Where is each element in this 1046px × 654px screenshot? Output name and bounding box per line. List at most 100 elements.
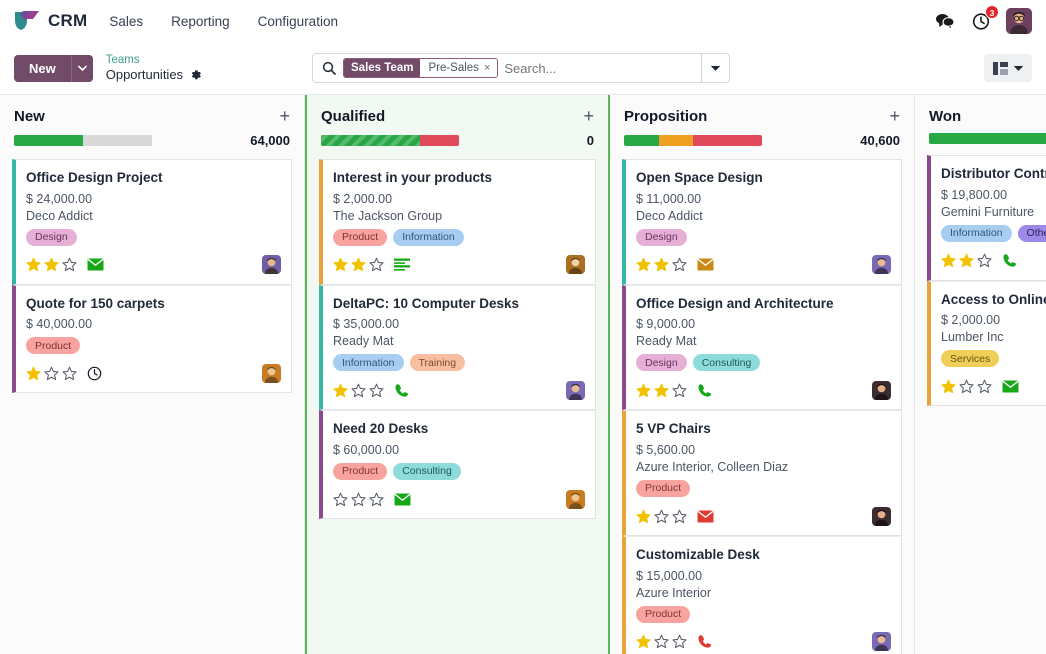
progress-segment-red[interactable] <box>693 135 762 146</box>
breadcrumb-teams[interactable]: Teams <box>106 53 202 67</box>
card-priority-stars[interactable] <box>636 509 714 524</box>
email-icon[interactable] <box>697 258 714 271</box>
star-empty-icon[interactable] <box>977 379 992 394</box>
card-priority-stars[interactable] <box>636 383 712 398</box>
star-filled-icon[interactable] <box>636 634 651 649</box>
card-assignee-avatar[interactable] <box>566 255 585 274</box>
star-filled-icon[interactable] <box>333 383 348 398</box>
star-empty-icon[interactable] <box>672 509 687 524</box>
email-icon[interactable] <box>87 258 104 271</box>
card-tag[interactable]: Design <box>636 229 687 246</box>
card-tag[interactable]: Design <box>636 354 687 371</box>
card-tag[interactable]: Consulting <box>693 354 761 371</box>
progress-segment-green[interactable] <box>929 133 1046 144</box>
card-assignee-avatar[interactable] <box>872 381 891 400</box>
card-assignee-avatar[interactable] <box>262 364 281 383</box>
star-empty-icon[interactable] <box>333 492 348 507</box>
card-assignee-avatar[interactable] <box>566 490 585 509</box>
phone-icon[interactable] <box>697 383 712 398</box>
star-filled-icon[interactable] <box>44 257 59 272</box>
star-empty-icon[interactable] <box>62 257 77 272</box>
star-empty-icon[interactable] <box>369 383 384 398</box>
email-icon[interactable] <box>1002 380 1019 393</box>
brand[interactable]: CRM <box>14 10 87 32</box>
kanban-card[interactable]: Open Space Design $ 11,000.00 Deco Addic… <box>622 159 902 285</box>
kanban-card[interactable]: 5 VP Chairs $ 5,600.00 Azure Interior, C… <box>622 410 902 536</box>
clock-icon[interactable] <box>87 366 102 381</box>
card-priority-stars[interactable] <box>333 257 410 272</box>
email-icon[interactable] <box>697 510 714 523</box>
star-filled-icon[interactable] <box>636 257 651 272</box>
star-filled-icon[interactable] <box>636 509 651 524</box>
star-empty-icon[interactable] <box>351 492 366 507</box>
star-empty-icon[interactable] <box>672 257 687 272</box>
card-tag[interactable]: Other <box>1018 225 1046 242</box>
star-filled-icon[interactable] <box>654 383 669 398</box>
close-icon[interactable]: × <box>484 62 493 74</box>
star-filled-icon[interactable] <box>654 257 669 272</box>
card-tag[interactable]: Information <box>333 354 404 371</box>
card-assignee-avatar[interactable] <box>872 507 891 526</box>
kanban-card[interactable]: Office Design and Architecture $ 9,000.0… <box>622 285 902 411</box>
nav-link-sales[interactable]: Sales <box>109 14 143 29</box>
column-progress-bar[interactable] <box>14 135 152 146</box>
search-input[interactable] <box>504 61 701 76</box>
kanban-card[interactable]: Customizable Desk $ 15,000.00 Azure Inte… <box>622 536 902 654</box>
kanban-column-new[interactable]: New + 64,000 Office Design Project $ 24,… <box>0 95 305 654</box>
add-card-button[interactable]: + <box>889 107 900 125</box>
column-progress-bar[interactable] <box>321 135 459 146</box>
kanban-column-proposition[interactable]: Proposition + 40,600 Open Space Design $… <box>610 95 915 654</box>
star-empty-icon[interactable] <box>369 257 384 272</box>
card-priority-stars[interactable] <box>941 379 1019 394</box>
star-filled-icon[interactable] <box>941 379 956 394</box>
star-filled-icon[interactable] <box>26 366 41 381</box>
kanban-card[interactable]: DeltaPC: 10 Computer Desks $ 35,000.00 R… <box>319 285 596 411</box>
column-progress-bar[interactable] <box>929 133 1046 144</box>
card-tag[interactable]: Consulting <box>393 463 461 480</box>
card-tag[interactable]: Product <box>636 606 690 623</box>
card-tag[interactable]: Product <box>333 229 387 246</box>
progress-segment-orange[interactable] <box>659 135 694 146</box>
nav-link-configuration[interactable]: Configuration <box>258 14 338 29</box>
card-assignee-avatar[interactable] <box>872 632 891 651</box>
card-priority-stars[interactable] <box>26 366 102 381</box>
kanban-card[interactable]: Access to Online Catalog $ 2,000.00 Lumb… <box>927 281 1046 407</box>
star-empty-icon[interactable] <box>351 383 366 398</box>
card-assignee-avatar[interactable] <box>566 381 585 400</box>
phone-icon[interactable] <box>394 383 409 398</box>
phone-icon[interactable] <box>1002 253 1017 268</box>
avatar[interactable] <box>1006 8 1032 34</box>
search-facet-sales-team[interactable]: Sales Team Pre-Sales × <box>343 58 498 78</box>
star-empty-icon[interactable] <box>654 509 669 524</box>
progress-segment-green[interactable] <box>14 135 83 146</box>
card-assignee-avatar[interactable] <box>262 255 281 274</box>
kanban-card[interactable]: Office Design Project $ 24,000.00 Deco A… <box>12 159 292 285</box>
column-progress-bar[interactable] <box>624 135 762 146</box>
chevron-down-icon[interactable] <box>701 54 729 82</box>
card-tag[interactable]: Product <box>26 337 80 354</box>
nav-link-reporting[interactable]: Reporting <box>171 14 230 29</box>
email-icon[interactable] <box>394 493 411 506</box>
kanban-card[interactable]: Interest in your products $ 2,000.00 The… <box>319 159 596 285</box>
star-filled-icon[interactable] <box>636 383 651 398</box>
star-empty-icon[interactable] <box>672 634 687 649</box>
kanban-card[interactable]: Quote for 150 carpets $ 40,000.00 Produc… <box>12 285 292 394</box>
clock-icon[interactable]: 3 <box>970 10 992 32</box>
card-tag[interactable]: Design <box>26 229 77 246</box>
progress-segment-green-striped[interactable] <box>321 135 420 146</box>
kanban-column-won[interactable]: Won + Distributor Contract $ 19,800.00 G… <box>915 95 1046 654</box>
card-priority-stars[interactable] <box>941 253 1017 268</box>
add-card-button[interactable]: + <box>583 107 594 125</box>
new-button[interactable]: New <box>14 55 71 82</box>
card-assignee-avatar[interactable] <box>872 255 891 274</box>
phone-icon[interactable] <box>697 634 712 649</box>
card-tag[interactable]: Information <box>941 225 1012 242</box>
card-tag[interactable]: Product <box>636 480 690 497</box>
kanban-card[interactable]: Distributor Contract $ 19,800.00 Gemini … <box>927 155 1046 281</box>
new-dropdown-caret-icon[interactable] <box>71 55 93 82</box>
star-empty-icon[interactable] <box>44 366 59 381</box>
view-switcher-button[interactable] <box>984 54 1032 82</box>
kanban-card[interactable]: Need 20 Desks $ 60,000.00 ProductConsult… <box>319 410 596 519</box>
card-priority-stars[interactable] <box>26 257 104 272</box>
star-empty-icon[interactable] <box>959 379 974 394</box>
